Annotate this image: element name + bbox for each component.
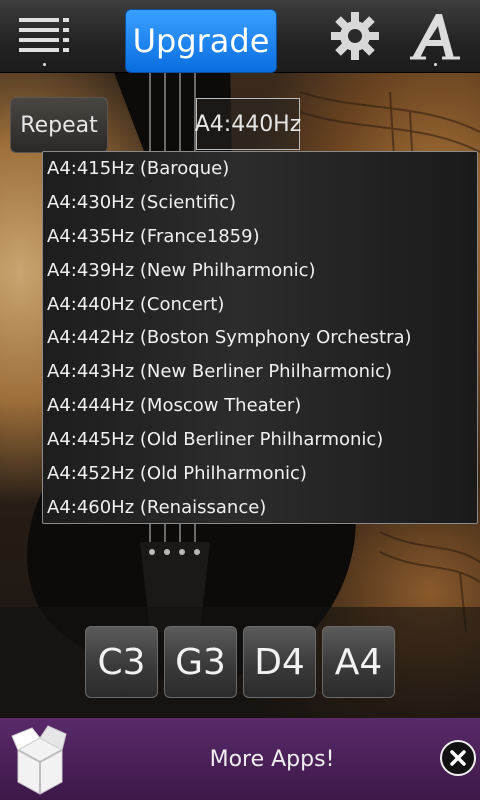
pitch-dropdown-list: A4:415Hz (Baroque) A4:430Hz (Scientific)… bbox=[42, 151, 478, 524]
pitch-option[interactable]: A4:435Hz (France1859) bbox=[43, 220, 477, 254]
more-apps-banner[interactable]: More Apps! bbox=[0, 718, 480, 800]
font-a-icon bbox=[410, 14, 460, 60]
note-button-c3[interactable]: C3 bbox=[85, 626, 158, 698]
menu-button[interactable] bbox=[10, 0, 80, 72]
more-apps-text: More Apps! bbox=[209, 746, 335, 772]
pitch-option[interactable]: A4:460Hz (Renaissance) bbox=[43, 491, 477, 525]
banner-close-button[interactable] bbox=[440, 740, 476, 776]
note-button-d4[interactable]: D4 bbox=[243, 626, 316, 698]
pitch-option[interactable]: A4:443Hz (New Berliner Philharmonic) bbox=[43, 355, 477, 389]
font-style-button[interactable] bbox=[400, 0, 472, 72]
pitch-option[interactable]: A4:430Hz (Scientific) bbox=[43, 186, 477, 220]
repeat-button[interactable]: Repeat bbox=[10, 97, 108, 153]
overflow-dot-icon bbox=[434, 63, 437, 66]
pitch-option[interactable]: A4:445Hz (Old Berliner Philharmonic) bbox=[43, 423, 477, 457]
note-button-a4[interactable]: A4 bbox=[322, 626, 395, 698]
pitch-option[interactable]: A4:452Hz (Old Philharmonic) bbox=[43, 457, 477, 491]
note-button-g3[interactable]: G3 bbox=[164, 626, 237, 698]
box-logo-icon bbox=[11, 725, 67, 795]
note-buttons: C3 G3 D4 A4 bbox=[85, 626, 395, 698]
settings-button[interactable] bbox=[322, 0, 388, 72]
upgrade-button[interactable]: Upgrade bbox=[125, 9, 277, 73]
pitch-selector[interactable]: A4:440Hz bbox=[195, 98, 301, 150]
overflow-dot-icon bbox=[43, 63, 46, 66]
pitch-option[interactable]: A4:444Hz (Moscow Theater) bbox=[43, 389, 477, 423]
pitch-option[interactable]: A4:440Hz (Concert) bbox=[43, 288, 477, 322]
gear-icon bbox=[331, 12, 379, 60]
pitch-option[interactable]: A4:439Hz (New Philharmonic) bbox=[43, 254, 477, 288]
pitch-option[interactable]: A4:442Hz (Boston Symphony Orchestra) bbox=[43, 321, 477, 355]
menu-list-icon bbox=[19, 18, 69, 52]
pitch-option[interactable]: A4:415Hz (Baroque) bbox=[43, 152, 477, 186]
top-bar: Upgrade bbox=[0, 0, 480, 73]
close-icon bbox=[450, 750, 466, 766]
